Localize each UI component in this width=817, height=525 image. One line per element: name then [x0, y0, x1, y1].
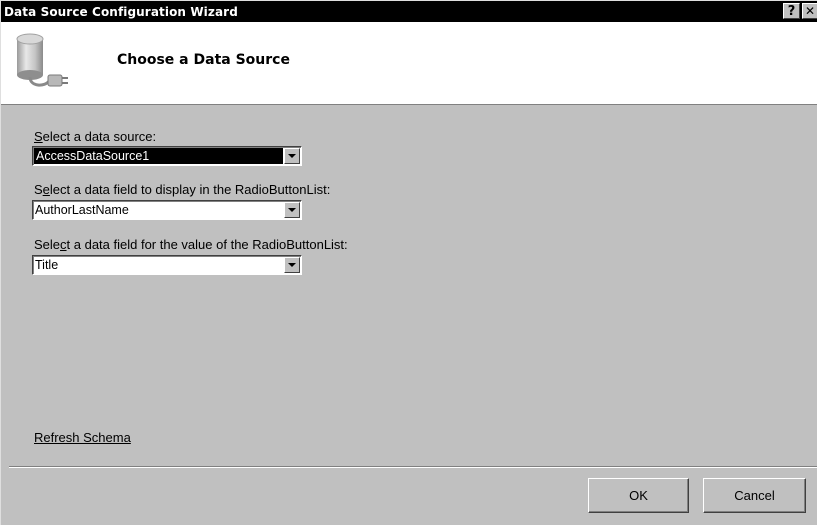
close-icon: ✕ [804, 4, 816, 18]
value-field-select[interactable]: Title [32, 255, 302, 275]
help-button[interactable]: ? [783, 3, 800, 19]
wizard-window: Data Source Configuration Wizard ? ✕ Cho… [0, 0, 817, 525]
close-button[interactable]: ✕ [802, 3, 817, 19]
title-bar[interactable]: Data Source Configuration Wizard ? ✕ [1, 1, 817, 22]
chevron-down-icon[interactable] [284, 202, 300, 218]
value-field-label: Select a data field for the value of the… [34, 237, 348, 252]
chevron-down-icon[interactable] [284, 148, 300, 164]
cancel-button[interactable]: Cancel [703, 478, 806, 513]
data-source-select[interactable]: AccessDataSource1 [32, 146, 302, 166]
refresh-schema-link[interactable]: Refresh Schema [34, 430, 131, 445]
ok-button[interactable]: OK [588, 478, 689, 513]
value-field-value: Title [35, 258, 59, 272]
database-connector-icon [16, 33, 68, 87]
window-title: Data Source Configuration Wizard [4, 4, 238, 19]
display-field-value: AuthorLastName [35, 203, 129, 217]
footer-divider [9, 466, 817, 468]
data-source-label: Select a data source: [34, 129, 157, 144]
display-field-label: Select a data field to display in the Ra… [34, 182, 331, 197]
wizard-header: Choose a Data Source [1, 22, 817, 105]
page-heading: Choose a Data Source [117, 52, 290, 68]
help-icon: ? [787, 3, 796, 19]
chevron-down-icon[interactable] [284, 257, 300, 273]
data-source-value: AccessDataSource1 [34, 148, 283, 164]
display-field-select[interactable]: AuthorLastName [32, 200, 302, 220]
